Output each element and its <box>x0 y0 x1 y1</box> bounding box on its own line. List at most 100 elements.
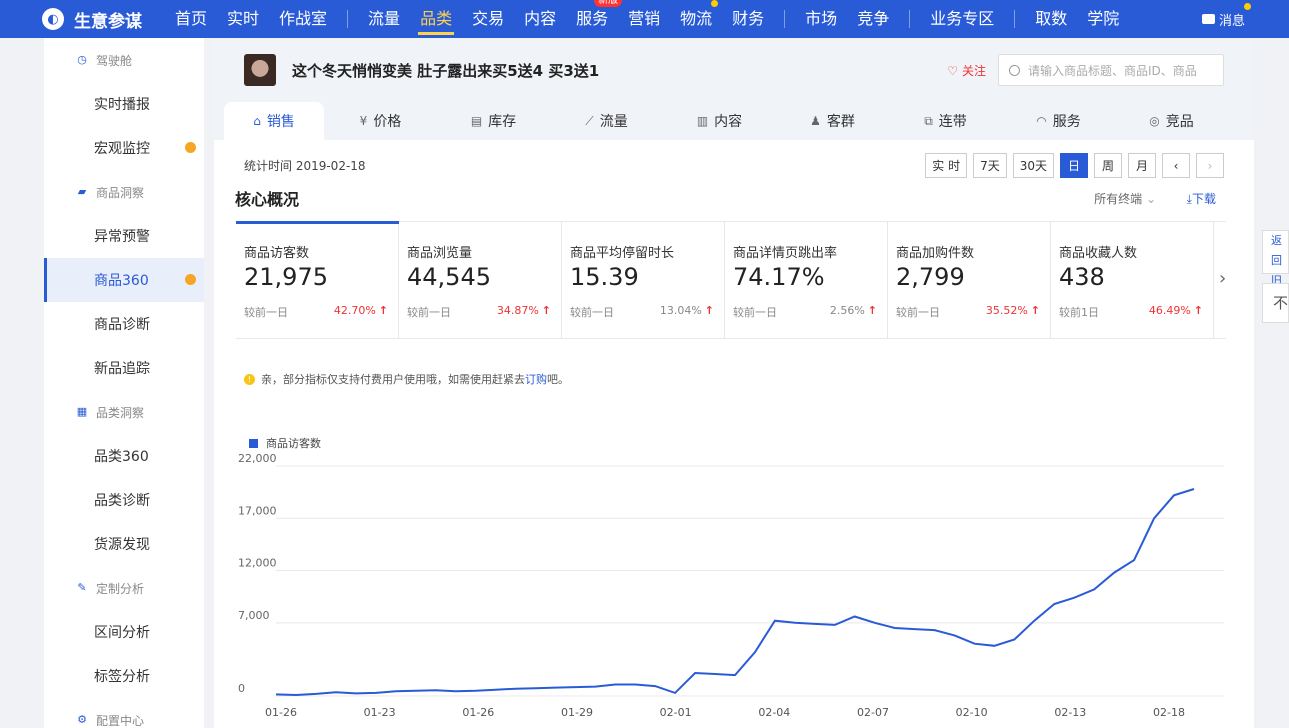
sidebar-group-label: 配置中心 <box>96 713 145 728</box>
follow-button[interactable]: ♡ 关注 <box>947 62 986 79</box>
terminal-select[interactable]: 所有终端 ⌄ <box>1094 190 1156 207</box>
sidebar-item-0-0[interactable]: 实时播报 <box>44 82 204 126</box>
back-to-old-version-button[interactable]: 返回旧版 <box>1262 230 1289 307</box>
sidebar: ◷ 驾驶舱 实时播报 宏观监控 ▰ 商品洞察 异常预警 商品360 商品诊断 新品追踪 ▦ 品类洞察品… <box>44 38 204 728</box>
nav-item-10[interactable]: 财务 <box>722 0 774 38</box>
tab-3[interactable]: ⟋ 流量 <box>550 102 663 140</box>
bag-icon: ▰ <box>77 185 87 198</box>
app-logo[interactable]: ◐ 生意参谋 <box>0 7 165 32</box>
tab-7[interactable]: ◠ 服务 <box>1002 102 1115 140</box>
download-button[interactable]: ⤓下载 <box>1187 190 1216 207</box>
series-line-visitors <box>275 488 1195 697</box>
x-tick-label: 02-01 <box>660 706 692 719</box>
sidebar-item-2-1[interactable]: 品类诊断 <box>44 478 204 522</box>
x-tick-label: 01-23 <box>364 706 396 719</box>
sidebar-item-0-1[interactable]: 宏观监控 <box>44 126 204 170</box>
x-tick-label: 01-26 <box>462 706 494 719</box>
nav-item-8[interactable]: 营销 <box>618 0 670 38</box>
float-side-button[interactable]: 不 <box>1262 283 1289 323</box>
period-button-1[interactable]: 7天 <box>973 153 1007 178</box>
sidebar-item-label: 新品追踪 <box>94 361 150 377</box>
metric-card-5[interactable]: 商品收藏人数 438 较前1日 46.49% ↑ <box>1051 222 1214 339</box>
nav-item-7[interactable]: 服务 新版 <box>566 0 623 38</box>
arrow-up-icon: ↑ <box>541 304 551 317</box>
metric-card-4[interactable]: 商品加购件数 2,799 较前一日 35.52% ↑ <box>888 222 1051 339</box>
nav-item-11[interactable]: 市场 <box>795 0 847 38</box>
period-button-4[interactable]: 周 <box>1094 153 1122 178</box>
arrow-up-icon: ↑ <box>378 304 388 317</box>
messages-label: 消息 <box>1218 13 1245 29</box>
nav-item-9[interactable]: 物流 <box>670 0 722 38</box>
metric-value: 438 <box>1059 263 1105 291</box>
overview-title: 核心概况 <box>235 190 300 209</box>
period-button-3[interactable]: 日 <box>1060 153 1088 178</box>
nav-item-14[interactable]: 取数 <box>1025 0 1077 38</box>
metric-compare-label: 较前一日 <box>896 306 940 319</box>
period-selector: 实 时 7天 30天日周月 ‹ › <box>919 153 1224 178</box>
sidebar-item-3-1[interactable]: 标签分析 <box>44 654 204 698</box>
sidebar-item-1-1[interactable]: 商品360 <box>44 258 204 302</box>
nav-item-label: 营销 <box>628 9 661 28</box>
tab-6[interactable]: ⧉ 连带 <box>889 102 1002 140</box>
tab-label: 内容 <box>714 114 743 130</box>
message-dot <box>1244 3 1251 10</box>
visitors-line-chart: 0 7,000 12,000 17,000 22,000 01-26 01-23 01-26 0… <box>238 452 1224 719</box>
nav-item-label: 取数 <box>1035 9 1068 28</box>
sidebar-item-1-3[interactable]: 新品追踪 <box>44 346 204 390</box>
dashboard-icon: ◷ <box>77 53 87 66</box>
metric-value: 44,545 <box>407 263 491 291</box>
sidebar-group-label: 品类洞察 <box>96 405 145 420</box>
nav-item-label: 学院 <box>1087 9 1120 28</box>
search-input[interactable]: 请输入商品标题、商品ID、商品 <box>998 54 1224 86</box>
tab-0[interactable]: ⌂ 销售 <box>224 102 324 140</box>
period-button-2[interactable]: 30天 <box>1012 153 1054 178</box>
nav-item-label: 服务 <box>576 9 609 28</box>
metric-change-value: 13.04% <box>659 304 702 317</box>
nav-item-12[interactable]: 竞争 <box>847 0 899 38</box>
period-button-6[interactable]: ‹ <box>1162 153 1190 178</box>
nav-item-5[interactable]: 交易 <box>462 0 514 38</box>
tab-2[interactable]: ▤ 库存 <box>437 102 550 140</box>
product-thumbnail[interactable] <box>244 54 276 86</box>
metric-card-2[interactable]: 商品平均停留时长 15.39 较前一日 13.04% ↑ <box>562 222 725 339</box>
nav-item-2[interactable]: 作战室 <box>269 0 337 38</box>
sidebar-item-1-0[interactable]: 异常预警 <box>44 214 204 258</box>
metric-card-1[interactable]: 商品浏览量 44,545 较前一日 34.87% ↑ <box>399 222 562 339</box>
subscribe-link[interactable]: 订购 <box>525 371 547 387</box>
nav-item-4[interactable]: 品类 <box>410 0 462 38</box>
sidebar-item-label: 品类诊断 <box>94 493 150 509</box>
sidebar-item-2-2[interactable]: 货源发现 <box>44 522 204 566</box>
nav-item-0[interactable]: 首页 <box>165 0 217 38</box>
sidebar-item-label: 品类360 <box>94 449 149 465</box>
sidebar-group-0: ◷ 驾驶舱 <box>44 38 204 82</box>
tab-1[interactable]: ¥ 价格 <box>324 102 437 140</box>
metric-card-3[interactable]: 商品详情页跳出率 74.17% 较前一日 2.56% ↑ <box>725 222 888 339</box>
tab-4[interactable]: ▥ 内容 <box>663 102 776 140</box>
nav-item-3[interactable]: 流量 <box>358 0 410 38</box>
tab-8[interactable]: ◎ 竞品 <box>1115 102 1228 140</box>
tab-5[interactable]: ♟ 客群 <box>776 102 889 140</box>
tab-label: 流量 <box>599 114 628 130</box>
nav-item-13[interactable]: 业务专区 <box>920 0 1004 38</box>
nav-item-6[interactable]: 内容 <box>514 0 566 38</box>
metric-card-0[interactable]: 商品访客数 21,975 较前一日 42.70% ↑ <box>236 221 399 339</box>
search-placeholder: 请输入商品标题、商品ID、商品 <box>1028 63 1197 78</box>
cards-next-arrow-icon[interactable]: › <box>1219 268 1226 289</box>
x-tick-label: 01-26 <box>265 706 297 719</box>
metric-change-value: 46.49% <box>1148 304 1191 317</box>
terminal-select-label: 所有终端 <box>1094 192 1143 206</box>
messages-button[interactable]: 消息 <box>1201 0 1251 38</box>
metric-change: 35.52% ↑ <box>986 304 1040 317</box>
tab-label: 服务 <box>1052 114 1081 130</box>
period-button-7[interactable]: › <box>1196 153 1224 178</box>
sidebar-item-2-0[interactable]: 品类360 <box>44 434 204 478</box>
tab-label: 连带 <box>938 114 967 130</box>
legend-swatch <box>249 438 258 448</box>
period-button-5[interactable]: 月 <box>1128 153 1156 178</box>
tab-label: 销售 <box>266 114 295 130</box>
period-button-0[interactable]: 实 时 <box>925 153 968 178</box>
sidebar-item-3-0[interactable]: 区间分析 <box>44 610 204 654</box>
nav-item-15[interactable]: 学院 <box>1077 0 1129 38</box>
sidebar-item-1-2[interactable]: 商品诊断 <box>44 302 204 346</box>
nav-item-1[interactable]: 实时 <box>217 0 269 38</box>
